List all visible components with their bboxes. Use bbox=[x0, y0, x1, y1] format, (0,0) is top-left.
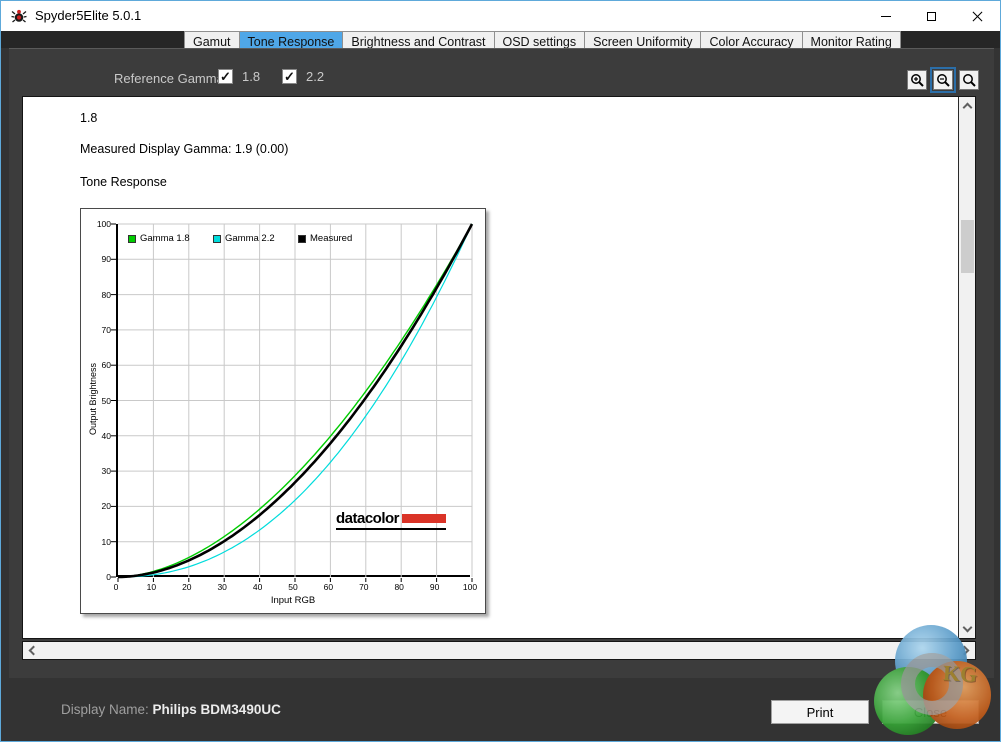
close-icon bbox=[972, 11, 983, 22]
y-tick-label: 60 bbox=[101, 360, 111, 371]
chevron-left-icon bbox=[28, 645, 39, 656]
plot-area: Gamma 1.8 Gamma 2.2 Measured datacolor bbox=[111, 223, 474, 582]
x-tick-label: 20 bbox=[182, 582, 192, 592]
x-tick-label: 90 bbox=[429, 582, 440, 592]
scroll-up-button[interactable] bbox=[959, 99, 976, 116]
window-title: Spyder5Elite 5.0.1 bbox=[35, 8, 142, 23]
y-tick-label: 80 bbox=[101, 289, 111, 300]
spyder-app-icon bbox=[11, 9, 27, 23]
selected-gamma-text: 1.8 bbox=[80, 111, 98, 125]
legend-swatch-measured bbox=[298, 234, 306, 243]
display-name-value: Philips BDM3490UC bbox=[152, 702, 281, 717]
horizontal-scrollbar[interactable] bbox=[22, 641, 976, 660]
zoom-reset-button[interactable] bbox=[959, 70, 979, 90]
vertical-scrollbar-thumb[interactable] bbox=[961, 220, 974, 273]
y-tick-label: 90 bbox=[101, 254, 111, 265]
legend-item-measured: Measured bbox=[298, 233, 370, 244]
y-tick-label: 20 bbox=[101, 501, 111, 512]
datacolor-logo: datacolor bbox=[335, 510, 446, 530]
y-tick-label: 0 bbox=[106, 572, 111, 582]
x-tick-label: 60 bbox=[323, 582, 334, 592]
gamma-1.8-option[interactable]: 1.8 bbox=[218, 69, 261, 85]
vertical-scrollbar[interactable] bbox=[958, 97, 975, 638]
title-bar: Spyder5Elite 5.0.1 bbox=[1, 1, 1000, 31]
legend-swatch-gamma-1.8 bbox=[128, 234, 136, 243]
y-tick-label: 100 bbox=[96, 219, 111, 229]
y-tick-label: 30 bbox=[101, 466, 111, 477]
x-tick-label: 50 bbox=[288, 582, 298, 592]
close-button[interactable]: Close bbox=[882, 700, 979, 724]
chevron-right-icon bbox=[959, 645, 970, 656]
zoom-reset-icon bbox=[962, 73, 976, 87]
gamma-2.2-checkbox[interactable] bbox=[282, 69, 297, 85]
y-tick-label: 70 bbox=[101, 324, 111, 335]
report-scroll-area: 1.8 Measured Display Gamma: 1.9 (0.00) T… bbox=[22, 96, 976, 639]
legend-item-gamma-2.2: Gamma 2.2 bbox=[213, 233, 285, 244]
chart-legend: Gamma 1.8 Gamma 2.2 Measured bbox=[128, 233, 370, 244]
minimize-icon bbox=[880, 15, 891, 17]
zoom-in-icon bbox=[910, 73, 924, 87]
tone-response-chart: Output Brightness Gamma 1.8 Gamma 2.2 Me… bbox=[80, 208, 486, 614]
scroll-down-button[interactable] bbox=[959, 619, 976, 636]
gamma-2.2-label: 2.2 bbox=[306, 69, 325, 84]
chevron-up-icon bbox=[962, 102, 973, 113]
gamma-2.2-option[interactable]: 2.2 bbox=[282, 69, 325, 85]
gamma-1.8-label: 1.8 bbox=[242, 69, 261, 84]
close-window-button[interactable] bbox=[955, 1, 1000, 31]
legend-swatch-gamma-2.2 bbox=[213, 234, 221, 243]
x-tick-label: 80 bbox=[394, 582, 404, 592]
zoom-button-group bbox=[907, 67, 979, 93]
scroll-right-button[interactable] bbox=[956, 642, 973, 659]
maximize-icon bbox=[927, 11, 936, 21]
x-tick-label: 40 bbox=[252, 582, 263, 592]
footer-bar: Display Name: Philips BDM3490UC Print Cl… bbox=[1, 687, 1000, 741]
legend-item-gamma-1.8: Gamma 1.8 bbox=[128, 233, 200, 244]
y-tick-label: 50 bbox=[101, 395, 111, 406]
chevron-down-icon bbox=[962, 622, 973, 633]
gamma-1.8-checkbox[interactable] bbox=[218, 69, 233, 85]
reference-gamma-label: Reference Gamma: bbox=[114, 71, 228, 86]
zoom-out-icon bbox=[936, 73, 950, 87]
x-tick-label: 10 bbox=[146, 582, 157, 592]
minimize-button[interactable] bbox=[863, 1, 908, 31]
measured-gamma-text: Measured Display Gamma: 1.9 (0.00) bbox=[80, 142, 289, 156]
x-tick-label: 0 bbox=[113, 582, 119, 592]
legend-label: Gamma 2.2 bbox=[225, 233, 275, 244]
y-tick-label: 40 bbox=[101, 430, 111, 441]
datacolor-logo-bar bbox=[402, 514, 446, 523]
maximize-button[interactable] bbox=[909, 1, 954, 31]
datacolor-logo-text: datacolor bbox=[335, 510, 400, 527]
x-tick-label: 70 bbox=[359, 582, 369, 592]
y-tick-label: 10 bbox=[101, 536, 111, 547]
x-tick-label: 100 bbox=[462, 582, 478, 592]
legend-label: Gamma 1.8 bbox=[140, 233, 190, 244]
scroll-left-button[interactable] bbox=[25, 642, 42, 659]
app-window: Spyder5Elite 5.0.1 Gamut Tone Response Bri… bbox=[0, 0, 1001, 742]
print-button[interactable]: Print bbox=[771, 700, 869, 724]
legend-label: Measured bbox=[310, 233, 353, 244]
x-axis-label: Input RGB bbox=[270, 595, 316, 606]
section-title: Tone Response bbox=[80, 175, 167, 189]
display-name-label: Display Name: bbox=[61, 702, 149, 717]
zoom-out-button[interactable] bbox=[930, 67, 956, 93]
zoom-in-button[interactable] bbox=[907, 70, 927, 90]
x-tick-label: 30 bbox=[217, 582, 227, 592]
display-name: Display Name: Philips BDM3490UC bbox=[61, 702, 281, 717]
